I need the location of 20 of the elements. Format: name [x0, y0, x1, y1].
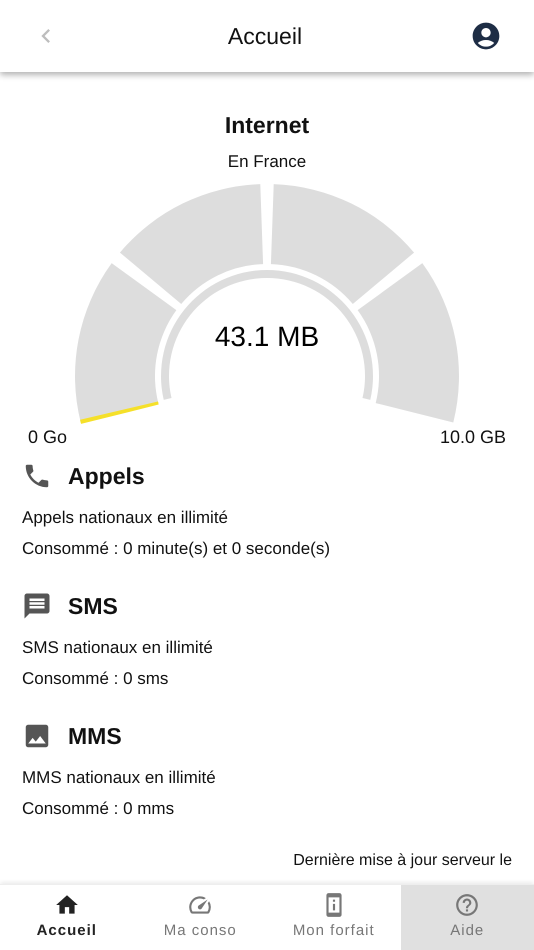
update-note: Dernière mise à jour serveur le	[293, 851, 512, 871]
section-text: Consommé : 0 mms	[22, 798, 176, 820]
section-text: Appels nationaux en illimité	[22, 507, 230, 529]
section-title: SMS	[68, 592, 118, 621]
section-text: Consommé : 0 minute(s) et 0 seconde(s)	[22, 538, 332, 560]
page-title: Accueil	[228, 22, 302, 51]
nav-tab[interactable]: Mon forfait	[267, 885, 400, 950]
nav-tab[interactable]: Aide	[400, 885, 534, 950]
section-text: SMS nationaux en illimité	[22, 637, 214, 659]
nav-tab[interactable]: Ma conso	[134, 885, 267, 950]
usage-title: Internet	[224, 111, 310, 140]
usage-value: 43.1 MB	[214, 320, 320, 354]
section-text: MMS nationaux en illimité	[22, 767, 217, 789]
section-title: Appels	[68, 462, 145, 491]
section-text: Consommé : 0 sms	[22, 668, 170, 690]
usage-subtitle: En France	[228, 150, 306, 172]
min-label: 0 Go	[28, 426, 68, 449]
nav-tab[interactable]: Accueil	[0, 885, 134, 950]
max-label: 10.0 GB	[440, 426, 506, 449]
section-title: MMS	[68, 722, 122, 751]
